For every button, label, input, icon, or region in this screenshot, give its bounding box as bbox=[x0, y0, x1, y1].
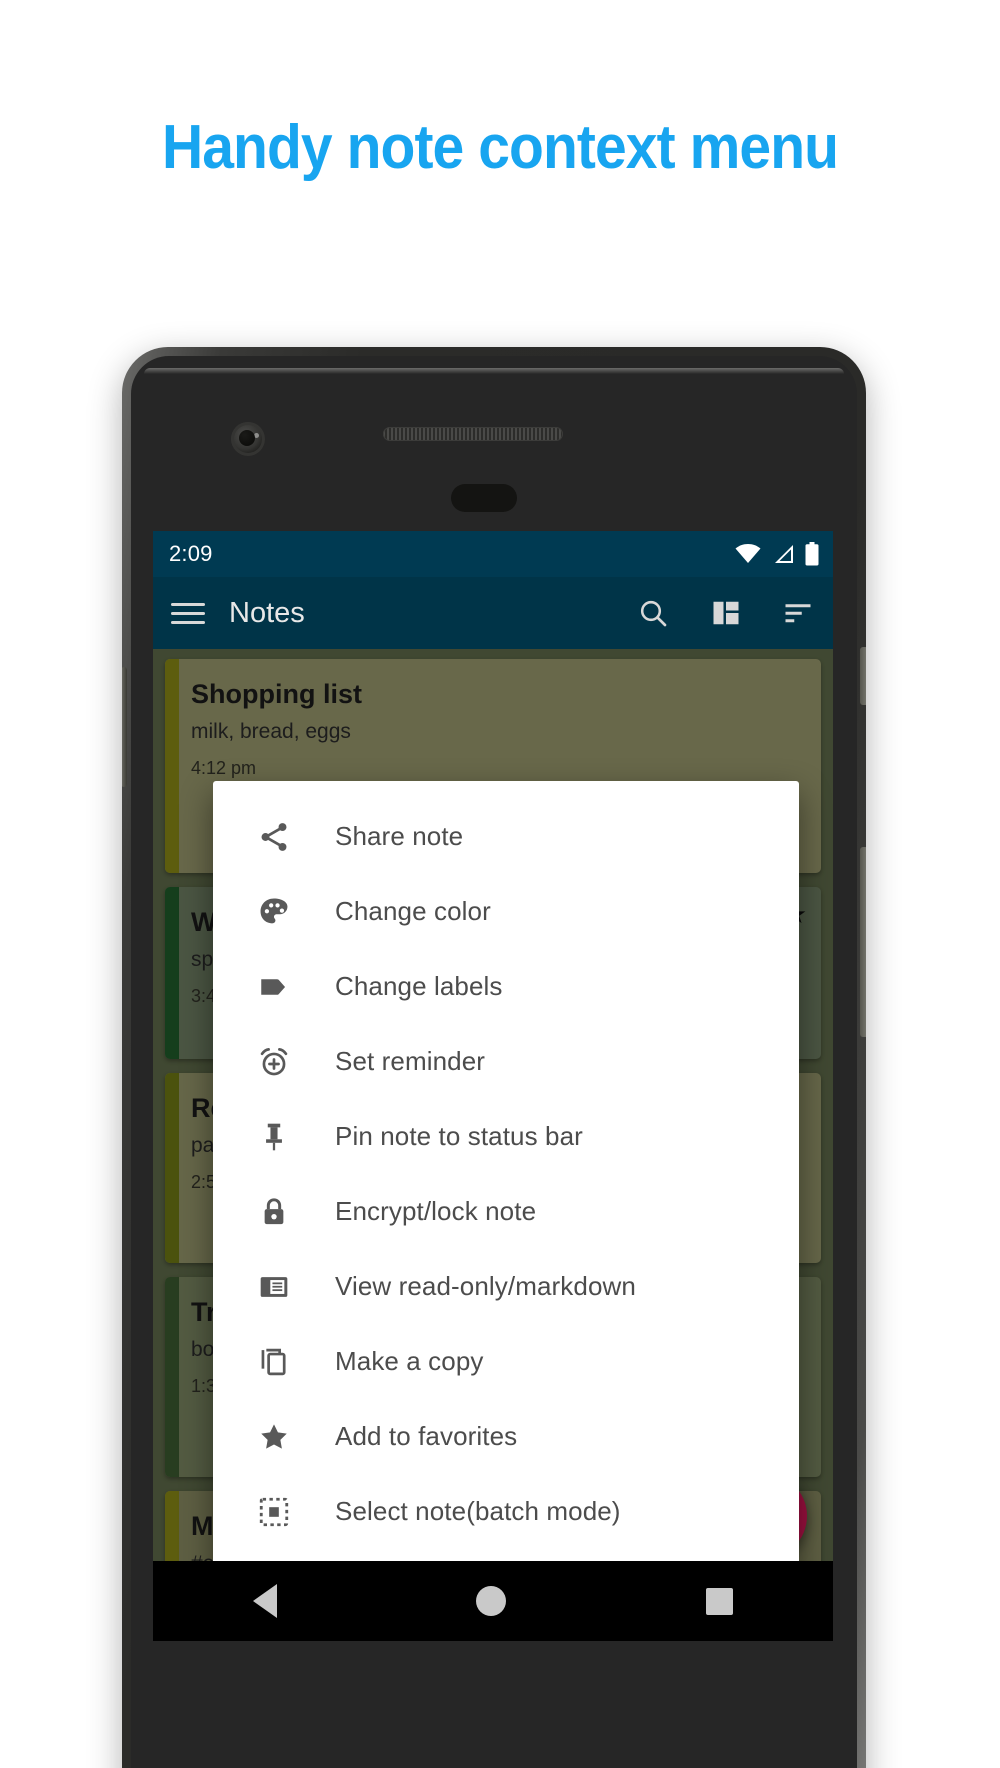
label-tag-icon bbox=[255, 968, 293, 1006]
earpiece-speaker bbox=[383, 427, 563, 441]
status-bar: 2:09 bbox=[153, 531, 833, 577]
app-bar-title: Notes bbox=[229, 596, 305, 629]
page-root: Handy note context menu 2:09 Notes Shopp… bbox=[0, 0, 1000, 1768]
copy-icon bbox=[255, 1343, 293, 1381]
note-context-menu: Share note Change color Change labels Se… bbox=[213, 781, 799, 1640]
menu-item-label: Set reminder bbox=[335, 1046, 486, 1076]
menu-item-change-color[interactable]: Change color bbox=[213, 874, 799, 949]
status-icon-group bbox=[735, 542, 819, 566]
menu-item-label: Select note(batch mode) bbox=[335, 1496, 621, 1526]
search-icon[interactable] bbox=[637, 597, 669, 629]
phone-power-button bbox=[860, 647, 866, 705]
menu-item-label: Share note bbox=[335, 821, 464, 851]
battery-icon bbox=[805, 542, 819, 566]
phone-mockup: 2:09 Notes Shopping list milk, bread, eg… bbox=[122, 347, 866, 1768]
layout-grid-icon[interactable] bbox=[711, 598, 741, 628]
menu-item-label: Change labels bbox=[335, 971, 503, 1001]
hamburger-icon[interactable] bbox=[171, 602, 205, 624]
menu-item-select-note-batch-mode[interactable]: Select note(batch mode) bbox=[213, 1474, 799, 1549]
palette-icon bbox=[255, 893, 293, 931]
menu-item-change-labels[interactable]: Change labels bbox=[213, 949, 799, 1024]
home-circle-icon[interactable] bbox=[476, 1586, 507, 1616]
note-color-stripe bbox=[165, 1277, 179, 1477]
menu-item-set-reminder[interactable]: Set reminder bbox=[213, 1024, 799, 1099]
recents-square-icon[interactable] bbox=[706, 1587, 734, 1615]
android-nav-bar bbox=[153, 1561, 833, 1641]
pin-icon bbox=[255, 1118, 293, 1156]
alarm-add-icon bbox=[255, 1043, 293, 1081]
menu-item-pin-note[interactable]: Pin note to status bar bbox=[213, 1099, 799, 1174]
signal-icon bbox=[772, 544, 794, 564]
front-camera-icon bbox=[231, 422, 265, 456]
menu-item-encrypt-lock-note[interactable]: Encrypt/lock note bbox=[213, 1174, 799, 1249]
share-icon bbox=[255, 818, 293, 856]
phone-bezel: 2:09 Notes Shopping list milk, bread, eg… bbox=[131, 356, 857, 1768]
read-only-icon bbox=[255, 1268, 293, 1306]
sort-icon[interactable] bbox=[783, 598, 813, 628]
menu-item-label: Make a copy bbox=[335, 1346, 484, 1376]
note-timestamp: 4:12 pm bbox=[191, 758, 257, 779]
menu-item-make-a-copy[interactable]: Make a copy bbox=[213, 1324, 799, 1399]
menu-item-label: View read-only/markdown bbox=[335, 1271, 636, 1301]
phone-screen: 2:09 Notes Shopping list milk, bread, eg… bbox=[153, 531, 833, 1641]
note-title: Shopping list bbox=[191, 679, 362, 709]
menu-item-label: Add to favorites bbox=[335, 1421, 518, 1451]
note-color-stripe bbox=[165, 887, 179, 1059]
phone-left-button bbox=[122, 667, 127, 787]
status-clock: 2:09 bbox=[169, 541, 213, 566]
app-bar-actions bbox=[637, 597, 813, 629]
wifi-icon bbox=[735, 544, 761, 564]
note-body: milk, bread, eggs bbox=[191, 720, 351, 743]
lock-icon bbox=[255, 1193, 293, 1231]
phone-volume-button bbox=[860, 847, 866, 1037]
phone-bezel-highlight bbox=[144, 368, 844, 374]
star-icon bbox=[255, 1418, 293, 1456]
note-color-stripe bbox=[165, 659, 179, 873]
menu-item-label: Change color bbox=[335, 896, 491, 926]
page-title: Handy note context menu bbox=[161, 113, 839, 182]
menu-item-add-to-favorites[interactable]: Add to favorites bbox=[213, 1399, 799, 1474]
app-bar: Notes bbox=[153, 577, 833, 649]
back-triangle-icon[interactable] bbox=[252, 1584, 277, 1618]
menu-item-view-read-only[interactable]: View read-only/markdown bbox=[213, 1249, 799, 1324]
select-all-icon bbox=[255, 1493, 293, 1531]
menu-item-share-note[interactable]: Share note bbox=[213, 799, 799, 874]
note-color-stripe bbox=[165, 1073, 179, 1263]
menu-item-label: Encrypt/lock note bbox=[335, 1196, 537, 1226]
menu-item-label: Pin note to status bar bbox=[335, 1121, 583, 1151]
sensor-pill bbox=[451, 484, 517, 512]
